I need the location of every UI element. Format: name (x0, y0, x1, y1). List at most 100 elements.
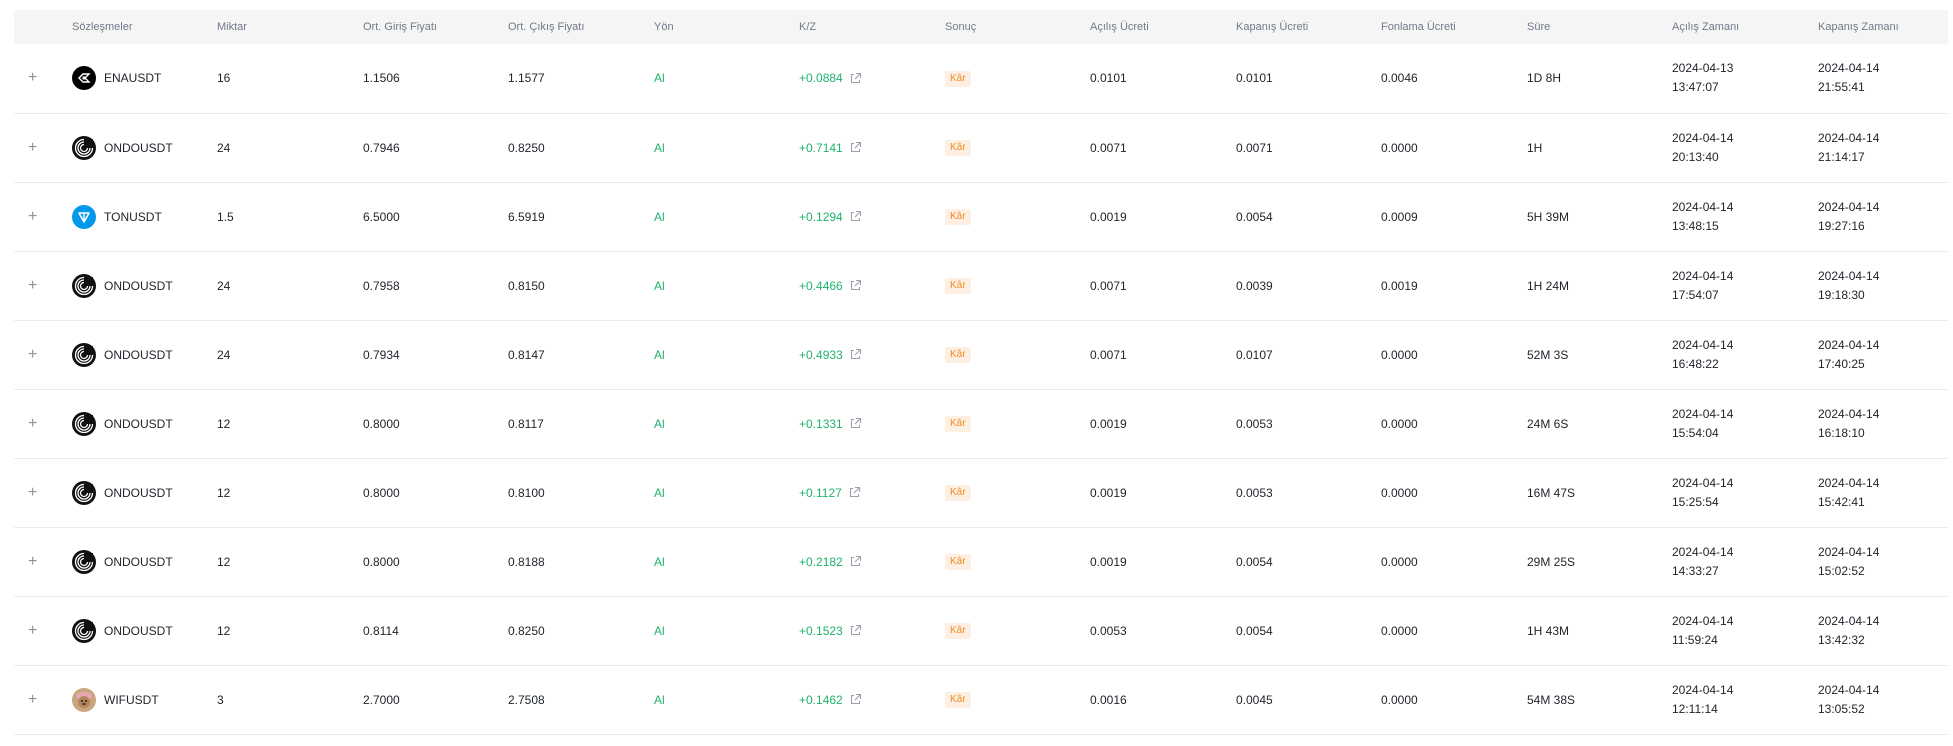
expand-row-icon[interactable]: + (14, 622, 37, 639)
result-badge: Kâr (945, 416, 971, 432)
contract-cell[interactable]: ONDOUSDT (72, 135, 217, 160)
expand-row-icon[interactable]: + (14, 139, 37, 156)
avg-exit-price-value: 0.8250 (508, 140, 545, 155)
direction-value: Al (654, 485, 665, 500)
ton-coin-icon (72, 204, 96, 229)
close-date: 2024-04-14 (1818, 337, 1880, 352)
table-row: + WIFUSDT 3 2.7000 2.7508 Al +0.1462 Kâr… (14, 665, 1948, 734)
avg-entry-price-value: 2.7000 (363, 692, 400, 707)
pnl-cell: +0.1294 (799, 210, 862, 224)
quantity-value: 12 (217, 416, 231, 431)
quantity-value: 12 (217, 554, 231, 569)
close-fee-value: 0.0101 (1236, 71, 1273, 86)
close-fee-value: 0.0054 (1236, 623, 1273, 638)
share-external-link-icon[interactable] (848, 486, 861, 499)
table-row: + ONDOUSDT 12 0.8000 0.8100 Al +0.1127 K… (14, 458, 1948, 527)
ondo-coin-icon (72, 411, 96, 436)
funding-fee-value: 0.0000 (1381, 347, 1418, 362)
share-external-link-icon[interactable] (849, 693, 862, 706)
expand-row-icon[interactable]: + (14, 69, 37, 86)
column-header-result: Sonuç (945, 21, 977, 33)
funding-fee-value: 0.0000 (1381, 692, 1418, 707)
column-header-quantity: Miktar (217, 21, 247, 33)
close-date: 2024-04-14 (1818, 199, 1880, 214)
table-row: + ONDOUSDT 24 0.7934 0.8147 Al +0.4933 K… (14, 320, 1948, 389)
result-badge: Kâr (945, 209, 971, 225)
direction-value: Al (654, 554, 665, 569)
table-row: + TONUSDT 1.5 6.5000 6.5919 Al +0.1294 K… (14, 182, 1948, 251)
open-clock-time: 20:13:40 (1672, 149, 1719, 164)
contract-cell[interactable]: ONDOUSDT (72, 411, 217, 436)
avg-entry-price-value: 0.8000 (363, 554, 400, 569)
close-clock-time: 13:05:52 (1818, 701, 1865, 716)
open-date: 2024-04-14 (1672, 130, 1734, 145)
expand-row-icon[interactable]: + (14, 346, 37, 363)
open-date: 2024-04-13 (1672, 61, 1734, 76)
share-external-link-icon[interactable] (849, 555, 862, 568)
contract-cell[interactable]: ONDOUSDT (72, 273, 217, 298)
duration-value: 1H (1527, 140, 1543, 155)
table-row: + ONDOUSDT 12 0.8000 0.8117 Al +0.1331 K… (14, 389, 1948, 458)
expand-row-icon[interactable]: + (14, 553, 37, 570)
contract-cell[interactable]: TONUSDT (72, 204, 217, 229)
share-external-link-icon[interactable] (849, 141, 862, 154)
open-fee-value: 0.0053 (1090, 623, 1127, 638)
close-date: 2024-04-14 (1818, 544, 1880, 559)
expand-column-header (14, 10, 72, 44)
avg-entry-price-value: 0.8000 (363, 416, 400, 431)
close-time-cell: 2024-04-14 15:42:41 (1818, 474, 1948, 512)
contract-cell[interactable]: ONDOUSDT (72, 549, 217, 574)
share-external-link-icon[interactable] (849, 210, 862, 223)
duration-value: 29M 25S (1527, 554, 1576, 569)
contract-cell[interactable]: WIFUSDT (72, 687, 217, 712)
avg-entry-price-value: 0.8114 (363, 623, 399, 638)
share-external-link-icon[interactable] (849, 279, 862, 292)
close-clock-time: 19:18:30 (1818, 287, 1865, 302)
share-external-link-icon[interactable] (849, 72, 862, 85)
duration-value: 16M 47S (1527, 485, 1576, 500)
avg-exit-price-value: 1.1577 (508, 71, 545, 86)
quantity-value: 3 (217, 692, 224, 707)
open-time-cell: 2024-04-14 20:13:40 (1672, 129, 1818, 167)
contract-cell[interactable]: ONDOUSDT (72, 618, 217, 643)
quantity-value: 24 (217, 347, 231, 362)
contract-cell[interactable]: ONDOUSDT (72, 480, 217, 505)
expand-row-icon[interactable]: + (14, 484, 37, 501)
contract-cell[interactable]: ONDOUSDT (72, 342, 217, 367)
column-header-close-fee: Kapanış Ücreti (1236, 21, 1309, 33)
duration-value: 1H 43M (1527, 623, 1570, 638)
pnl-value: +0.1523 (799, 623, 843, 638)
column-header-open-time: Açılış Zamanı (1672, 21, 1740, 33)
close-date: 2024-04-14 (1818, 406, 1880, 421)
direction-value: Al (654, 347, 665, 362)
contract-symbol: ENAUSDT (104, 71, 162, 86)
pnl-cell: +0.1523 (799, 624, 862, 638)
open-fee-value: 0.0071 (1090, 140, 1127, 155)
expand-row-icon[interactable]: + (14, 277, 37, 294)
pnl-value: +0.2182 (799, 554, 843, 569)
column-header-close-time: Kapanış Zamanı (1818, 21, 1899, 33)
avg-entry-price-value: 0.8000 (363, 485, 400, 500)
close-time-cell: 2024-04-14 19:27:16 (1818, 198, 1948, 236)
open-clock-time: 14:33:27 (1672, 563, 1719, 578)
quantity-value: 12 (217, 623, 231, 638)
expand-row-icon[interactable]: + (14, 415, 37, 432)
expand-row-icon[interactable]: + (14, 691, 37, 708)
contract-cell[interactable]: ENAUSDT (72, 66, 217, 91)
share-external-link-icon[interactable] (849, 417, 862, 430)
open-time-cell: 2024-04-14 16:48:22 (1672, 336, 1818, 374)
expand-row-icon[interactable]: + (14, 208, 37, 225)
share-external-link-icon[interactable] (849, 624, 862, 637)
open-clock-time: 17:54:07 (1672, 287, 1719, 302)
close-date: 2024-04-14 (1818, 613, 1880, 628)
share-external-link-icon[interactable] (849, 348, 862, 361)
open-clock-time: 16:48:22 (1672, 356, 1719, 371)
pnl-cell: +0.4933 (799, 348, 862, 362)
close-clock-time: 15:42:41 (1818, 494, 1865, 509)
pnl-value: +0.1294 (799, 209, 843, 224)
contract-symbol: WIFUSDT (104, 692, 159, 707)
funding-fee-value: 0.0000 (1381, 416, 1418, 431)
funding-fee-value: 0.0046 (1381, 71, 1418, 86)
open-fee-value: 0.0019 (1090, 209, 1127, 224)
open-time-cell: 2024-04-14 15:25:54 (1672, 474, 1818, 512)
